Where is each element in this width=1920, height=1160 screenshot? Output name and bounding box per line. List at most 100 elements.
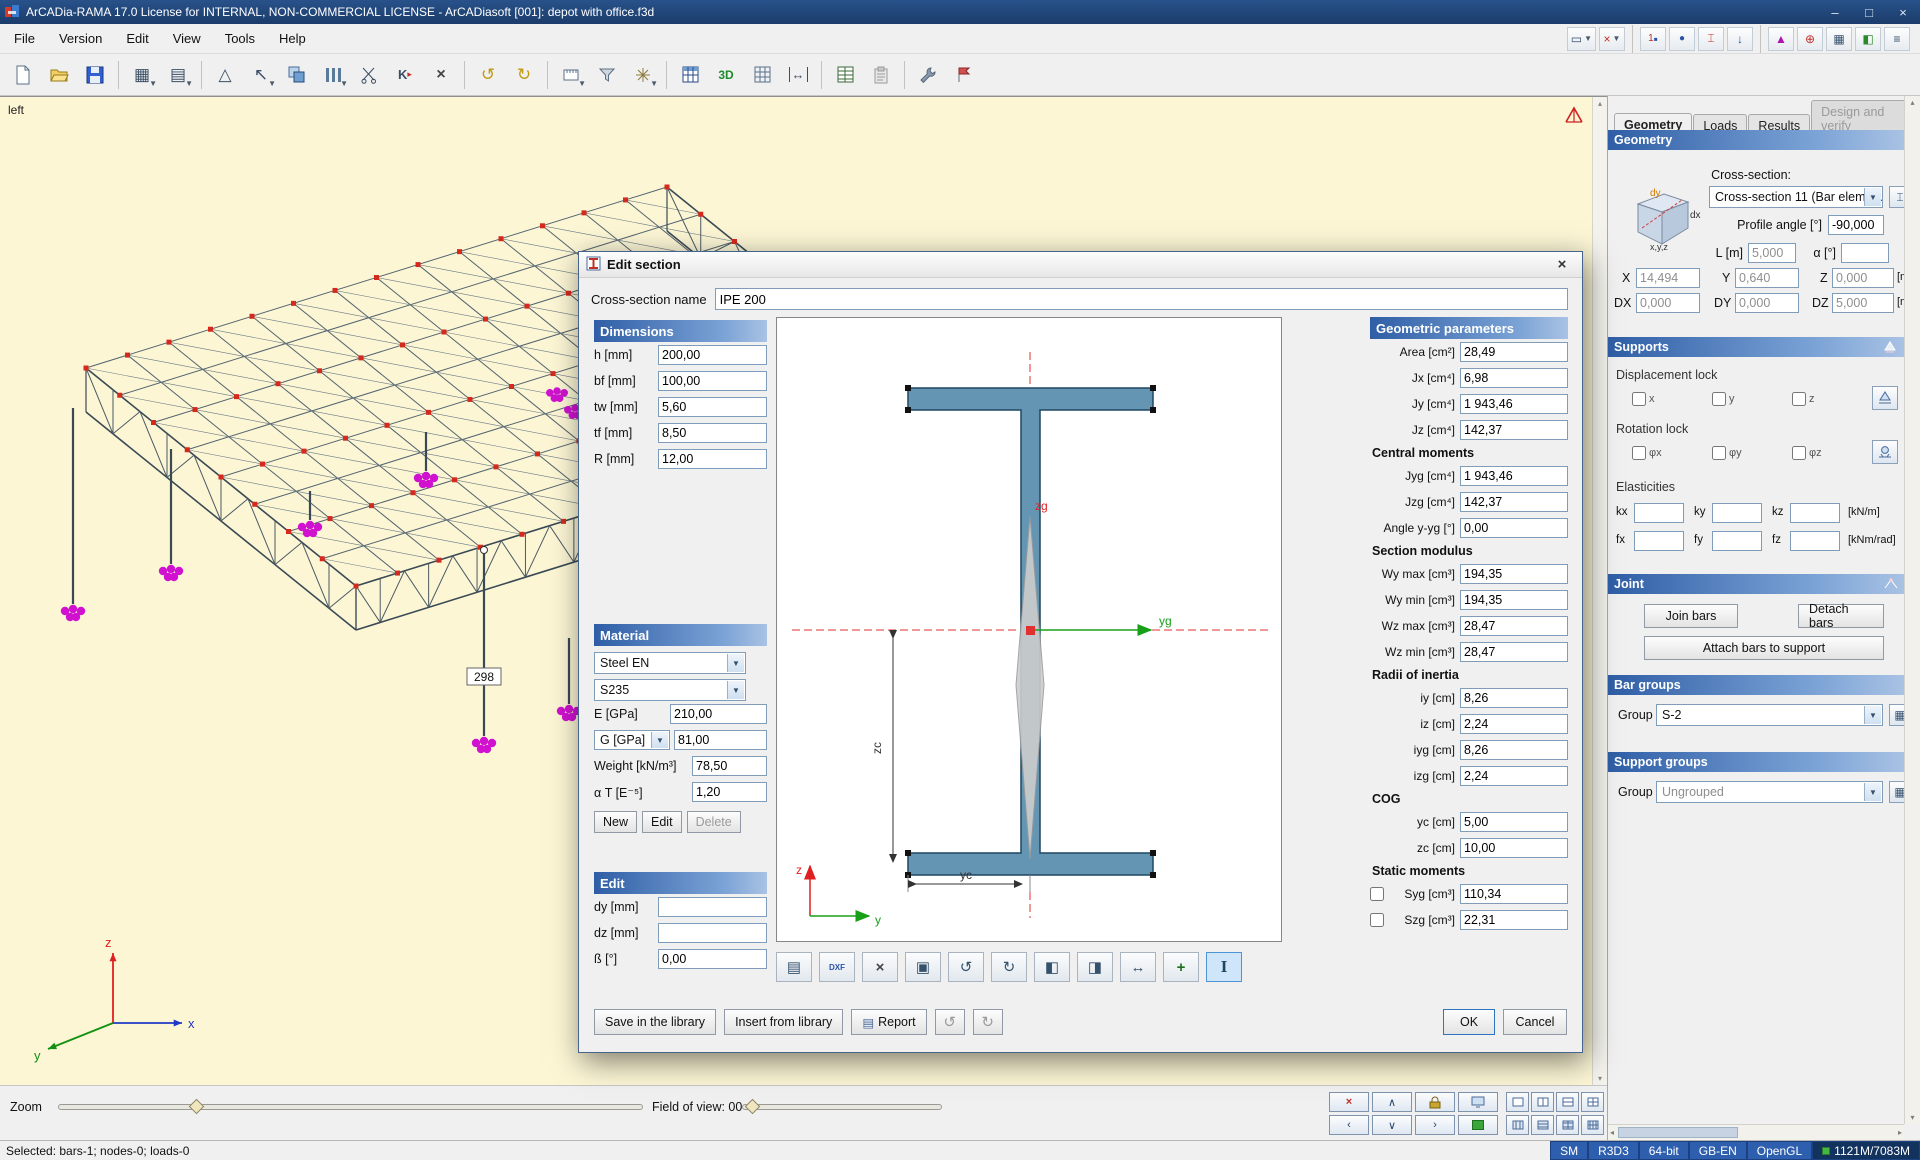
frame-generator-button[interactable]: △ — [208, 59, 242, 91]
pan-right-button[interactable]: › — [1415, 1115, 1455, 1135]
param-wzmin-input[interactable] — [1460, 642, 1568, 662]
node-description-toggle[interactable]: ● — [1669, 27, 1695, 51]
dim-h-input[interactable] — [658, 345, 767, 365]
param-yc-input[interactable] — [1460, 812, 1568, 832]
select-tool-dropdown[interactable]: ↖▼ — [244, 59, 278, 91]
menu-edit[interactable]: Edit — [114, 26, 160, 51]
data-tables-dropdown[interactable]: ▦▼ — [125, 59, 159, 91]
panel-horizontal-scrollbar[interactable]: ◂▸ — [1608, 1124, 1904, 1140]
render-toggle-button[interactable] — [1458, 1115, 1498, 1135]
settings-wrench-button[interactable] — [911, 59, 945, 91]
section-type-ibeam-button[interactable]: I — [1206, 952, 1242, 982]
menu-help[interactable]: Help — [267, 26, 318, 51]
scrollbar-thumb[interactable] — [1618, 1127, 1738, 1138]
displacement-support-button[interactable] — [1872, 386, 1898, 410]
move-contour-button[interactable]: ↔ — [1120, 952, 1156, 982]
align-axes-button[interactable]: + — [1163, 952, 1199, 982]
dialog-titlebar[interactable]: Edit section × — [579, 252, 1582, 278]
ok-button[interactable]: OK — [1443, 1009, 1495, 1035]
mirror-z-button[interactable]: ◨ — [1077, 952, 1113, 982]
layout-split-v-button[interactable] — [1531, 1092, 1554, 1112]
displacement-lock-x[interactable]: x — [1632, 390, 1655, 406]
view-settings-dropdown[interactable]: ▭▼ — [1567, 27, 1596, 51]
fy-input[interactable] — [1712, 531, 1762, 551]
pick-section-button[interactable]: ▤ — [776, 952, 812, 982]
menu-tools[interactable]: Tools — [213, 26, 267, 51]
fz-input[interactable] — [1790, 531, 1840, 551]
view-3d-button[interactable]: 3D — [709, 59, 743, 91]
new-project-button[interactable] — [6, 59, 40, 91]
view-grid-3-button[interactable] — [1556, 1115, 1579, 1135]
layout-split-h-button[interactable] — [1556, 1092, 1579, 1112]
supports-settings-icon[interactable] — [1882, 340, 1898, 354]
layout-single-button[interactable] — [1506, 1092, 1529, 1112]
clipboard-report-button[interactable] — [864, 59, 898, 91]
cut-tool-button[interactable] — [352, 59, 386, 91]
selection-mode-dropdown[interactable]: ×▼ — [1599, 27, 1625, 51]
material-grade-dropdown[interactable]: S235▼ — [594, 679, 746, 701]
param-area-input[interactable] — [1460, 342, 1568, 362]
copy-contour-button[interactable]: ▣ — [905, 952, 941, 982]
scroll-right-icon[interactable]: ▸ — [1898, 1128, 1902, 1137]
param-szg-input[interactable] — [1460, 910, 1568, 930]
rotation-lock-x[interactable]: φx — [1632, 444, 1662, 460]
pan-left-button[interactable]: ‹ — [1329, 1115, 1369, 1135]
view-grid-4-button[interactable] — [1581, 1115, 1604, 1135]
ucs-icon[interactable] — [1563, 105, 1585, 128]
szg-checkbox[interactable] — [1370, 913, 1384, 927]
delete-button[interactable]: × — [424, 59, 458, 91]
dimension-tool-button[interactable]: ↔ — [781, 59, 815, 91]
full-view-button[interactable] — [1458, 1092, 1498, 1112]
material-g-input[interactable] — [674, 730, 767, 750]
edit-beta-input[interactable] — [658, 949, 767, 969]
delete-contour-button[interactable]: × — [862, 952, 898, 982]
param-iyg-input[interactable] — [1460, 740, 1568, 760]
alpha-input[interactable] — [1841, 243, 1889, 263]
table-view-button[interactable] — [673, 59, 707, 91]
view-grid-1-button[interactable] — [1506, 1115, 1529, 1135]
material-alphat-input[interactable] — [692, 782, 767, 802]
panel-vertical-scrollbar[interactable]: ▴▾ — [1904, 96, 1920, 1124]
save-in-library-button[interactable]: Save in the library — [594, 1009, 716, 1035]
edit-dz-input[interactable] — [658, 923, 767, 943]
cross-section-name-input[interactable] — [715, 288, 1568, 310]
support-symbol-toggle[interactable]: ▲ — [1768, 27, 1794, 51]
minimize-button[interactable]: – — [1818, 0, 1852, 24]
rotate-ccw-button[interactable]: ↺ — [948, 952, 984, 982]
report-button[interactable]: ▤Report — [851, 1009, 926, 1035]
page-setup-button[interactable] — [947, 59, 981, 91]
material-weight-input[interactable] — [692, 756, 767, 776]
edit-dy-input[interactable] — [658, 897, 767, 917]
zoom-slider[interactable] — [58, 1104, 643, 1110]
results-table-button[interactable] — [828, 59, 862, 91]
param-angle-input[interactable] — [1460, 518, 1568, 538]
rotation-support-button[interactable] — [1872, 440, 1898, 464]
maximize-button[interactable]: □ — [1852, 0, 1886, 24]
material-standard-dropdown[interactable]: Steel EN▼ — [594, 652, 746, 674]
rotation-lock-y[interactable]: φy — [1712, 444, 1742, 460]
bar-description-toggle[interactable]: 1▪ — [1640, 27, 1666, 51]
param-syg-input[interactable] — [1460, 884, 1568, 904]
lock-view-button[interactable] — [1415, 1092, 1455, 1112]
param-zc-input[interactable] — [1460, 838, 1568, 858]
layout-quad-button[interactable] — [1581, 1092, 1604, 1112]
insert-from-library-button[interactable]: Insert from library — [724, 1009, 843, 1035]
scroll-left-icon[interactable]: ◂ — [1610, 1128, 1614, 1137]
material-g-dropdown[interactable]: G [GPa]▼ — [594, 730, 670, 750]
detach-bars-button[interactable]: Detach bars — [1798, 604, 1884, 628]
param-jx-input[interactable] — [1460, 368, 1568, 388]
dialog-close-button[interactable]: × — [1549, 255, 1575, 275]
param-jzg-input[interactable] — [1460, 492, 1568, 512]
bar-tool-dropdown[interactable]: ▼ — [316, 59, 350, 91]
attach-bars-to-support-button[interactable]: Attach bars to support — [1644, 636, 1884, 660]
fx-input[interactable] — [1634, 531, 1684, 551]
workspace-settings-button[interactable]: ≡ — [1884, 27, 1910, 51]
zoom-slider-handle[interactable] — [189, 1099, 205, 1115]
mesh-view-button[interactable] — [745, 59, 779, 91]
material-new-button[interactable]: New — [594, 811, 637, 833]
param-iy-input[interactable] — [1460, 688, 1568, 708]
scroll-up-icon[interactable]: ▴ — [1910, 98, 1914, 107]
open-project-button[interactable] — [42, 59, 76, 91]
undo-button[interactable]: ↺ — [471, 59, 505, 91]
support-group-dropdown[interactable]: Ungrouped▼ — [1656, 781, 1883, 803]
